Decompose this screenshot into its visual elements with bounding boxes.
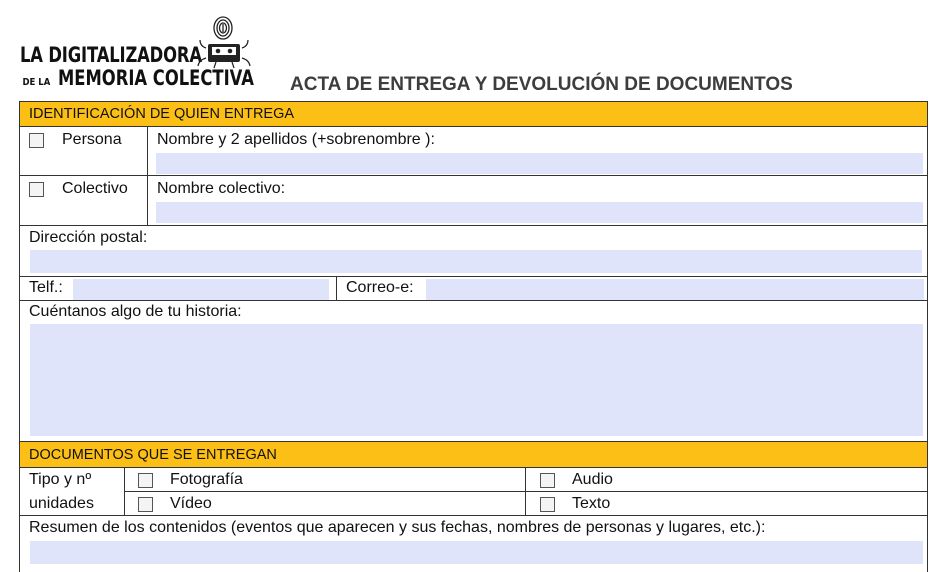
email-field[interactable] bbox=[426, 279, 924, 300]
phone-field[interactable] bbox=[73, 279, 329, 300]
photo-checkbox[interactable] bbox=[138, 473, 153, 488]
logo-small-text: DE LA bbox=[22, 77, 51, 88]
collective-checkbox[interactable] bbox=[29, 182, 44, 197]
address-field[interactable] bbox=[30, 250, 922, 273]
address-label: Dirección postal: bbox=[29, 229, 148, 246]
divider bbox=[20, 276, 927, 277]
divider bbox=[20, 225, 927, 226]
section-heading-documents: DOCUMENTOS QUE SE ENTREGAN bbox=[20, 442, 927, 467]
section-heading-identification: IDENTIFICACIÓN DE QUIEN ENTREGA bbox=[20, 102, 927, 126]
divider bbox=[20, 175, 927, 176]
summary-label: Resumen de los contenidos (eventos que a… bbox=[29, 519, 766, 536]
video-checkbox[interactable] bbox=[138, 497, 153, 512]
divider bbox=[124, 491, 927, 492]
audio-checkbox[interactable] bbox=[540, 473, 555, 488]
divider bbox=[336, 276, 337, 300]
divider bbox=[20, 467, 927, 468]
fingerprint-cassette-icon bbox=[197, 16, 251, 69]
divider bbox=[20, 515, 927, 516]
text-label: Texto bbox=[572, 495, 611, 512]
divider bbox=[20, 126, 927, 127]
story-field[interactable] bbox=[30, 324, 923, 436]
video-label: Vídeo bbox=[170, 495, 212, 512]
collective-name-field[interactable] bbox=[156, 202, 923, 223]
logo-title-line2: DE LA MEMORIA COLECTIVA bbox=[20, 67, 309, 94]
persona-name-field[interactable] bbox=[156, 153, 923, 174]
collective-name-label: Nombre colectivo: bbox=[157, 180, 286, 197]
audio-label: Audio bbox=[572, 471, 613, 488]
summary-field[interactable] bbox=[30, 541, 923, 564]
email-label: Correo-e: bbox=[346, 279, 414, 296]
divider bbox=[20, 300, 927, 301]
persona-label: Persona bbox=[62, 131, 122, 148]
story-label: Cuéntanos algo de tu historia: bbox=[29, 303, 242, 320]
type-label-line2: unidades bbox=[29, 495, 94, 512]
delivery-form: IDENTIFICACIÓN DE QUIEN ENTREGA Persona … bbox=[19, 101, 928, 572]
persona-name-label: Nombre y 2 apellidos (+sobrenombre ): bbox=[157, 131, 435, 148]
logo-title-line1: LA DIGITALIZADORA bbox=[20, 43, 202, 67]
collective-label: Colectivo bbox=[62, 180, 128, 197]
persona-checkbox[interactable] bbox=[29, 133, 44, 148]
photo-label: Fotografía bbox=[170, 471, 243, 488]
phone-label: Telf.: bbox=[29, 279, 63, 296]
document-title: ACTA DE ENTREGA Y DEVOLUCIÓN DE DOCUMENT… bbox=[290, 74, 793, 95]
text-checkbox[interactable] bbox=[540, 497, 555, 512]
type-label-line1: Tipo y nº bbox=[29, 471, 92, 488]
